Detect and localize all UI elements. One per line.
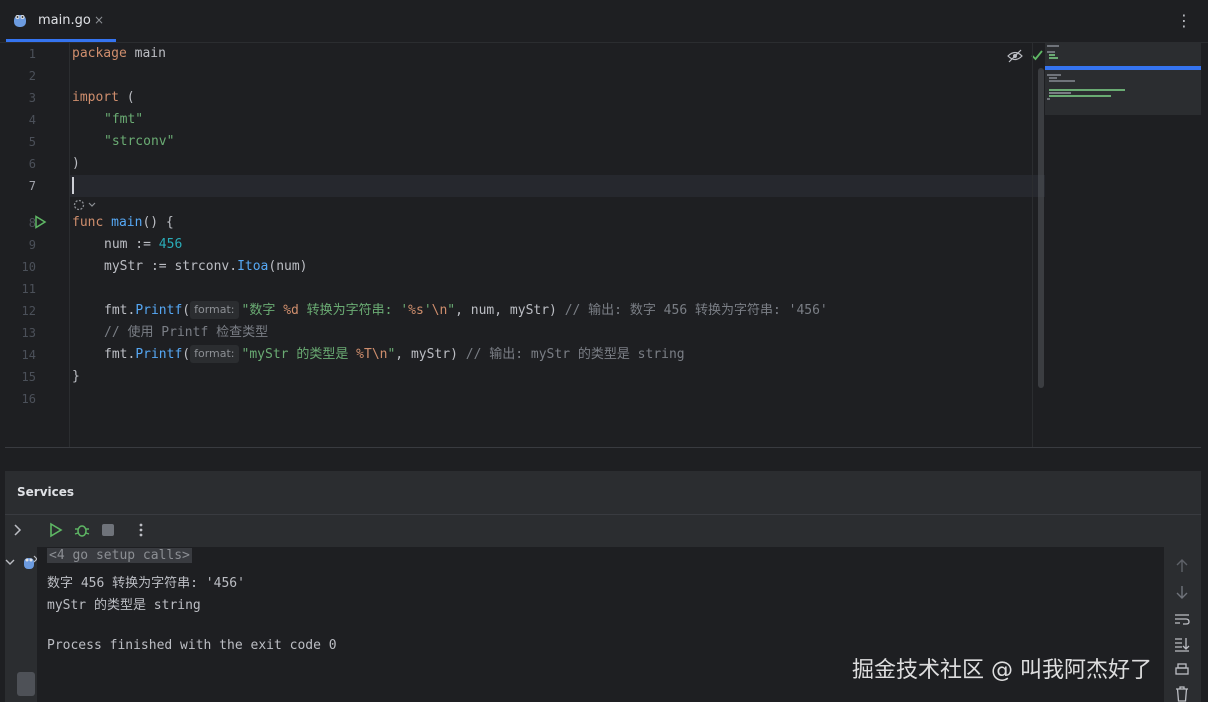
minimap-line	[1049, 80, 1075, 82]
scroll-down-icon[interactable]	[1175, 584, 1189, 600]
line-number-gutter: 1 2 3 4 5 6 7 8 9 10 11 12 13 14 15 16	[5, 43, 70, 447]
active-tab-indicator	[6, 39, 116, 42]
code-line: fmt.Printf(format: "数字 %d 转换为字符串: '%s'\n"…	[104, 301, 828, 319]
line-number: 6	[28, 157, 36, 171]
more-options-icon[interactable]	[134, 522, 148, 538]
line-number: 1	[28, 47, 36, 61]
minimap-line	[1049, 89, 1125, 91]
line-number: 11	[21, 282, 36, 296]
text-caret	[72, 177, 74, 194]
code-line: // 使用 Printf 检查类型	[104, 325, 269, 340]
trash-icon[interactable]	[1175, 686, 1189, 702]
stop-icon[interactable]	[101, 523, 115, 537]
minimap-line	[1049, 57, 1058, 59]
more-options-icon[interactable]: ⋮	[1176, 11, 1192, 30]
minimap-line	[1047, 51, 1055, 53]
watermark-text: 掘金技术社区 @ 叫我阿杰好了	[852, 658, 1152, 683]
line-number: 9	[28, 238, 36, 252]
line-number: 10	[21, 260, 36, 274]
line-number: 4	[28, 113, 36, 127]
line-number: 5	[28, 135, 36, 149]
minimap-viewport-indicator	[1045, 66, 1201, 70]
print-icon[interactable]	[1174, 662, 1190, 678]
code-line: func main() {	[72, 215, 174, 230]
minimap-line	[1047, 74, 1061, 76]
services-toolbar	[5, 514, 1201, 548]
go-run-config-icon[interactable]	[22, 554, 38, 570]
line-number: 14	[21, 348, 36, 362]
console-line: 数字 456 转换为字符串: '456'	[47, 576, 245, 591]
debug-icon[interactable]	[74, 522, 90, 538]
scroll-to-end-icon[interactable]	[1174, 636, 1190, 652]
line-number: 12	[21, 304, 36, 318]
soft-wrap-icon[interactable]	[1174, 611, 1190, 627]
code-line: "fmt"	[104, 112, 144, 127]
minimap-line	[1047, 98, 1050, 100]
vertical-scrollbar[interactable]	[1038, 68, 1044, 388]
run-icon[interactable]	[33, 215, 47, 229]
line-number: 3	[28, 91, 36, 105]
reader-mode-eye-icon[interactable]	[1007, 48, 1023, 64]
code-line: fmt.Printf(format: "myStr 的类型是 %T\n", myS…	[104, 345, 685, 363]
code-line: package main	[72, 46, 166, 61]
expand-chevron-icon[interactable]	[12, 523, 24, 537]
go-file-icon	[14, 15, 26, 27]
minimap-separator	[1032, 43, 1033, 447]
services-title: Services	[17, 485, 75, 499]
line-number: 13	[21, 326, 36, 340]
console-line: Process finished with the exit code 0	[47, 638, 337, 653]
tree-scroll-thumb[interactable]	[17, 672, 35, 696]
minimap-line	[1049, 95, 1111, 97]
folded-setup-calls[interactable]: <4 go setup calls>	[47, 548, 192, 563]
code-editor[interactable]	[5, 43, 1201, 447]
code-line: "strconv"	[104, 134, 175, 149]
minimap-line	[1049, 92, 1071, 94]
code-line: )	[72, 156, 80, 171]
minimap-line	[1049, 77, 1057, 79]
editor-tab-bar	[0, 0, 1208, 43]
current-line-highlight	[70, 175, 1045, 197]
code-line: myStr := strconv.Itoa(num)	[104, 259, 308, 274]
minimap-line	[1049, 54, 1055, 56]
code-line: import (	[72, 90, 135, 105]
run-icon[interactable]	[48, 522, 64, 538]
panel-splitter[interactable]	[5, 447, 1201, 472]
scroll-up-icon[interactable]	[1175, 558, 1189, 574]
parameter-hint: format:	[190, 301, 239, 319]
code-line: }	[72, 369, 80, 384]
line-number: 15	[21, 370, 36, 384]
close-icon[interactable]: ×	[94, 13, 104, 27]
inlay-settings-icon[interactable]	[72, 198, 98, 212]
tab-label: main.go	[38, 13, 91, 28]
line-number: 2	[28, 69, 36, 83]
minimap-line	[1047, 45, 1059, 47]
line-number: 16	[21, 392, 36, 406]
console-line: myStr 的类型是 string	[47, 598, 201, 613]
minimap[interactable]	[1045, 43, 1201, 115]
collapse-chevron-icon[interactable]	[4, 556, 16, 568]
line-number-current: 7	[28, 179, 36, 193]
parameter-hint: format:	[190, 345, 239, 363]
code-line: num := 456	[104, 237, 183, 252]
